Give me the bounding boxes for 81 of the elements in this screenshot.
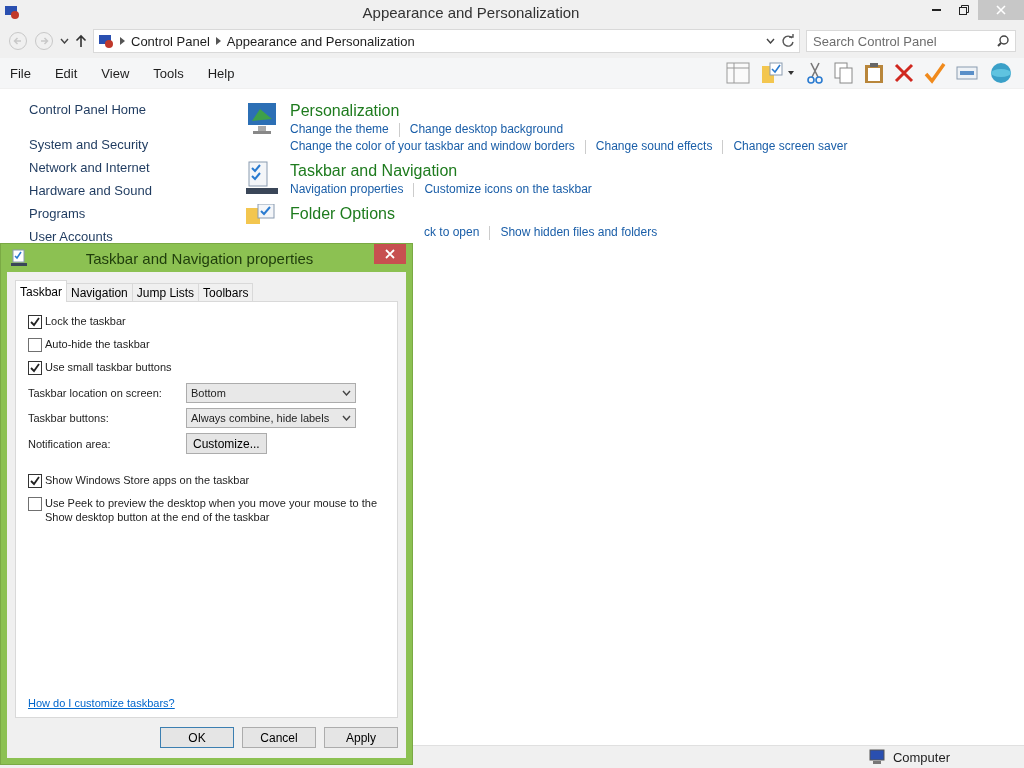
close-icon [385,249,395,259]
address-bar[interactable]: Control Panel Appearance and Personalization [93,29,800,53]
tab[interactable]: Navigation [66,283,133,302]
taskbar-checklist-icon [11,249,27,267]
checkbox[interactable] [28,338,42,352]
checkbox[interactable] [28,361,42,375]
close-icon [996,5,1006,15]
dialog-button[interactable]: Cancel [242,727,316,748]
task-link[interactable]: Customize icons on the taskbar [424,181,592,198]
checkbox-label: Lock the taskbar [45,314,126,328]
customize-button[interactable]: Customize... [186,433,267,454]
folder-icon [246,204,278,224]
checkbox-label: Auto-hide the taskbar [45,337,150,351]
field-label: Notification area: [28,437,112,450]
checkbox-label: Use Peek to preview the desktop when you move your mouse to the Show desktop button at the end of the taskbar [45,496,378,524]
sidebar-home-link[interactable]: Control Panel Home [29,101,219,118]
breadcrumb-item[interactable]: Appearance and Personalization [226,33,415,49]
task-link[interactable]: Change the theme [290,121,389,138]
status-location: Computer [892,749,950,765]
menu-item[interactable]: Help [207,65,235,81]
dialog-button[interactable]: OK [160,727,234,748]
close-button[interactable] [374,244,406,264]
restore-icon [959,5,969,15]
window-title: Appearance and Personalization [361,3,581,21]
folder-check-icon[interactable] [760,62,796,84]
help-link[interactable]: How do I customize taskbars? [28,697,385,709]
checkbox[interactable] [28,497,42,511]
sidebar-item[interactable]: Network and Internet [29,159,219,176]
menu-item[interactable]: File [10,65,31,81]
dialog-title: Taskbar and Navigation properties [84,249,315,267]
computer-icon [868,749,887,765]
breadcrumb-arrow-icon [120,37,125,45]
recent-pages-caret-icon [60,38,69,44]
taskbar-checklist-icon [246,161,278,195]
dropdown[interactable]: Bottom [186,383,356,403]
checkbox[interactable] [28,315,42,329]
tab[interactable]: Jump Lists [131,283,200,302]
checkbox-label: Use small taskbar buttons [45,360,172,374]
scissors-icon[interactable] [806,62,824,84]
breadcrumb-arrow-icon [215,37,221,45]
delete-icon[interactable] [894,62,914,84]
dropdown-caret-icon [342,390,351,396]
category-title[interactable]: Personalization [290,101,848,121]
task-link[interactable]: Change desktop background [409,121,564,138]
minimize-icon [931,8,941,12]
sidebar-item[interactable]: Programs [29,205,219,222]
sidebar-item[interactable]: User Accounts [29,228,219,245]
checkmark-icon[interactable] [924,62,946,84]
search-field[interactable]: Search Control Panel [806,30,1016,52]
breadcrumb-item[interactable]: Control Panel [131,33,210,49]
search-icon [997,35,1009,47]
task-link[interactable]: Change screen saver [733,138,848,155]
address-dropdown-caret-icon [766,38,775,44]
menu-item[interactable]: View [101,65,130,81]
globe-icon[interactable] [988,62,1014,84]
up-button[interactable] [75,34,87,48]
clipboard-icon[interactable] [864,62,884,84]
sidebar-item[interactable]: System and Security [29,136,219,153]
control-panel-icon [4,4,20,20]
task-link[interactable]: Change sound effects [595,138,713,155]
tab[interactable]: Toolbars [198,283,254,302]
refresh-icon[interactable] [781,34,795,48]
menu-item[interactable]: Tools [153,65,184,81]
task-link[interactable]: Show hidden files and folders [500,224,658,241]
task-link[interactable]: Navigation properties [290,181,404,198]
task-link[interactable]: Change the color of your taskbar and window borders [290,138,575,155]
monitor-icon [246,101,278,135]
checkbox[interactable] [28,474,42,488]
field-label: Taskbar buttons: [28,412,110,424]
dialog-button[interactable]: Apply [324,727,398,748]
field-label: Taskbar location on screen: [28,387,163,399]
control-panel-icon [98,33,114,49]
tab[interactable]: Taskbar [15,280,68,302]
dropdown[interactable]: Always combine, hide labels [186,408,356,428]
category-title[interactable]: Folder Options [290,204,658,224]
task-link[interactable]: ck to open [424,224,480,241]
sidebar-item[interactable]: Hardware and Sound [29,182,219,199]
checkbox-label: Show Windows Store apps on the taskbar [45,473,250,487]
menu-item[interactable]: Edit [54,65,78,81]
dropdown-caret-icon [342,415,351,421]
category-title[interactable]: Taskbar and Navigation [290,161,592,181]
